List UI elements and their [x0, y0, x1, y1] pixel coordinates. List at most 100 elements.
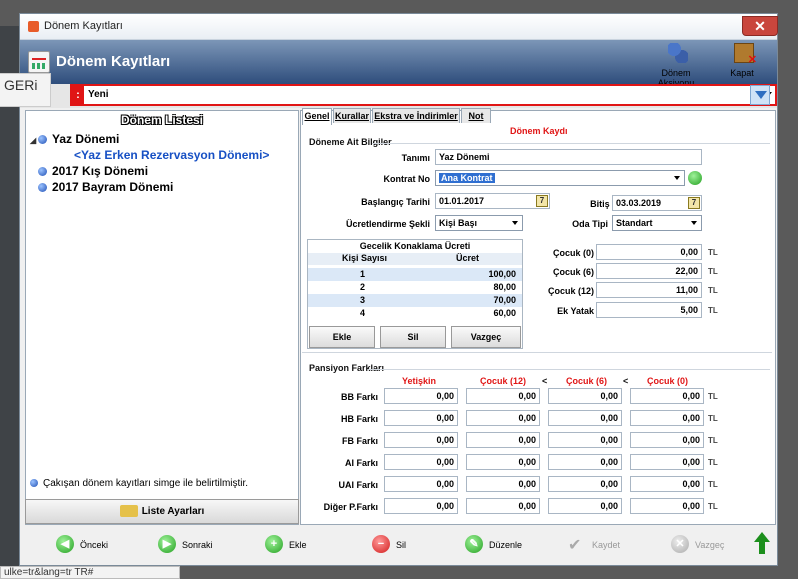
- sonraki-button[interactable]: ▶ Sonraki: [158, 535, 228, 557]
- pansiyon-row-label: FB Farkı: [341, 436, 378, 446]
- table-row[interactable]: 4 60,00: [308, 307, 522, 320]
- pansiyon-field[interactable]: 0,00: [384, 454, 458, 470]
- pansiyon-field[interactable]: 0,00: [466, 454, 540, 470]
- tl-currency-icon: TL: [708, 414, 718, 423]
- check-icon: ✔: [568, 537, 582, 554]
- kontrat-value: Ana Kontrat: [439, 173, 495, 183]
- dialog-window: Dönem Kayıtları ✕ Dönem Kayıtları Dönem …: [19, 13, 778, 566]
- ekyatak-field[interactable]: 5,00: [596, 302, 702, 318]
- section-title: Döneme Ait Bilgiler: [309, 137, 392, 147]
- tree-item-kis-donemi[interactable]: 2017 Kış Dönemi: [30, 163, 296, 179]
- cocuk0-field[interactable]: 0,00: [596, 244, 702, 260]
- duzenle-button[interactable]: ✎ Düzenle: [465, 535, 535, 557]
- tree-item-yaz-donemi[interactable]: ◢ Yaz Dönemi: [30, 131, 296, 147]
- tree-item-yaz-erken[interactable]: <Yaz Erken Rezervasyon Dönemi>: [30, 147, 296, 163]
- scroll-top-arrow-icon[interactable]: [754, 532, 770, 556]
- pansiyon-field[interactable]: 0,00: [548, 410, 622, 426]
- cocuk6-field[interactable]: 22,00: [596, 263, 702, 279]
- background-sidebar: [0, 26, 19, 566]
- tl-currency-icon: TL: [708, 392, 718, 401]
- donem-list-panel: Dönem Listesi ◢ Yaz Dönemi <Yaz Erken Rez…: [25, 110, 299, 525]
- users-icon: [668, 43, 688, 63]
- gecelik-sil-button[interactable]: Sil: [380, 326, 446, 348]
- sil-button[interactable]: − Sil: [372, 535, 422, 557]
- tree-item-label: 2017 Bayram Dönemi: [52, 180, 174, 194]
- baslangic-date-field[interactable]: 01.01.2017: [435, 193, 550, 209]
- pansiyon-field[interactable]: 0,00: [548, 476, 622, 492]
- pansiyon-field[interactable]: 0,00: [630, 410, 704, 426]
- ekle-button[interactable]: + Ekle: [265, 535, 325, 557]
- ucret-select[interactable]: Kişi Başı: [435, 215, 523, 231]
- tl-currency-icon: TL: [708, 502, 718, 511]
- tree-item-bayram-donemi[interactable]: 2017 Bayram Dönemi: [30, 179, 296, 195]
- oda-label: Oda Tipi: [572, 219, 608, 229]
- tl-currency-icon: TL: [708, 306, 718, 315]
- kontrat-label: Kontrat No: [383, 174, 431, 184]
- tab-kurallar[interactable]: Kurallar: [333, 108, 371, 123]
- pansiyon-field[interactable]: 0,00: [630, 432, 704, 448]
- donem-aksiyonu-button[interactable]: Dönem Aksiyonu: [644, 41, 708, 88]
- close-button[interactable]: ✕: [742, 16, 778, 36]
- filter-icon[interactable]: [750, 85, 770, 105]
- ekyatak-label: Ek Yatak: [557, 306, 594, 316]
- kaydet-button[interactable]: ✔ Kaydet: [568, 535, 638, 557]
- calendar-picker-icon[interactable]: 7: [536, 195, 548, 207]
- tree-item-label: Yaz Dönemi: [52, 132, 120, 146]
- kapat-label: Kapat: [730, 68, 754, 78]
- tree-child-label: <Yaz Erken Rezervasyon Dönemi>: [74, 148, 270, 162]
- pansiyon-field[interactable]: 0,00: [466, 432, 540, 448]
- cocuk6-label: Çocuk (6): [552, 267, 594, 277]
- pansiyon-field[interactable]: 0,00: [548, 454, 622, 470]
- pansiyon-field[interactable]: 0,00: [466, 410, 540, 426]
- edit-icon: ✎: [465, 535, 483, 553]
- pansiyon-field[interactable]: 0,00: [630, 498, 704, 514]
- info-text: Çakışan dönem kayıtları simge ile belirt…: [43, 478, 249, 489]
- table-row[interactable]: 3 70,00: [308, 294, 522, 307]
- pansiyon-field[interactable]: 0,00: [384, 498, 458, 514]
- go-arrow-icon[interactable]: [688, 171, 702, 185]
- geri-button[interactable]: GERi: [0, 73, 51, 107]
- pansiyon-field[interactable]: 0,00: [384, 432, 458, 448]
- tree-item-label: 2017 Kış Dönemi: [52, 164, 149, 178]
- col-cocuk12: Çocuk (12): [480, 376, 527, 386]
- pansiyon-field[interactable]: 0,00: [630, 476, 704, 492]
- col-header: Kişi Sayısı: [342, 253, 388, 263]
- tab-ekstra[interactable]: Ekstra ve İndirimler: [372, 108, 460, 123]
- tab-not[interactable]: Not: [461, 108, 491, 123]
- liste-ayarlari-button[interactable]: Liste Ayarları: [25, 499, 299, 524]
- divider: [368, 369, 770, 370]
- gecelik-ekle-button[interactable]: Ekle: [309, 326, 375, 348]
- pansiyon-field[interactable]: 0,00: [630, 388, 704, 404]
- vazgec-button[interactable]: ✕ Vazgeç: [671, 535, 741, 557]
- plus-icon: +: [265, 535, 283, 553]
- calendar-picker-icon[interactable]: 7: [688, 197, 700, 209]
- pansiyon-field[interactable]: 0,00: [466, 476, 540, 492]
- tab-genel[interactable]: Genel: [302, 108, 332, 125]
- pansiyon-field[interactable]: 0,00: [548, 388, 622, 404]
- kontrat-select[interactable]: Ana Kontrat: [435, 170, 685, 186]
- pansiyon-field[interactable]: 0,00: [548, 498, 622, 514]
- table-row[interactable]: 1 100,00: [308, 268, 522, 281]
- pansiyon-field[interactable]: 0,00: [466, 498, 540, 514]
- onceki-button[interactable]: ◀ Önceki: [56, 535, 126, 557]
- cocuk12-field[interactable]: 11,00: [596, 282, 702, 298]
- pansiyon-title: Pansiyon Farkları: [309, 363, 385, 373]
- gecelik-vazgec-button[interactable]: Vazgeç: [451, 326, 521, 348]
- table-row[interactable]: 2 80,00: [308, 281, 522, 294]
- pansiyon-field[interactable]: 0,00: [384, 388, 458, 404]
- pansiyon-field[interactable]: 0,00: [630, 454, 704, 470]
- pansiyon-field[interactable]: 0,00: [384, 410, 458, 426]
- pansiyon-field[interactable]: 0,00: [384, 476, 458, 492]
- kapat-button[interactable]: Kapat: [710, 41, 774, 83]
- tanimi-field[interactable]: Yaz Dönemi: [435, 149, 702, 165]
- cocuk0-label: Çocuk (0): [552, 248, 594, 258]
- bullet-icon: [38, 167, 47, 177]
- pansiyon-field[interactable]: 0,00: [548, 432, 622, 448]
- page-title: Dönem Kayıtları: [56, 53, 171, 70]
- pansiyon-field[interactable]: 0,00: [466, 388, 540, 404]
- liste-ayarlari-label: Liste Ayarları: [141, 506, 205, 517]
- record-select[interactable]: : Yeni: [70, 84, 777, 106]
- status-url: ulke=tr&lang=tr TR#: [0, 566, 180, 579]
- donem-tree: ◢ Yaz Dönemi <Yaz Erken Rezervasyon Dönem…: [30, 131, 296, 195]
- oda-select[interactable]: Standart: [612, 215, 702, 231]
